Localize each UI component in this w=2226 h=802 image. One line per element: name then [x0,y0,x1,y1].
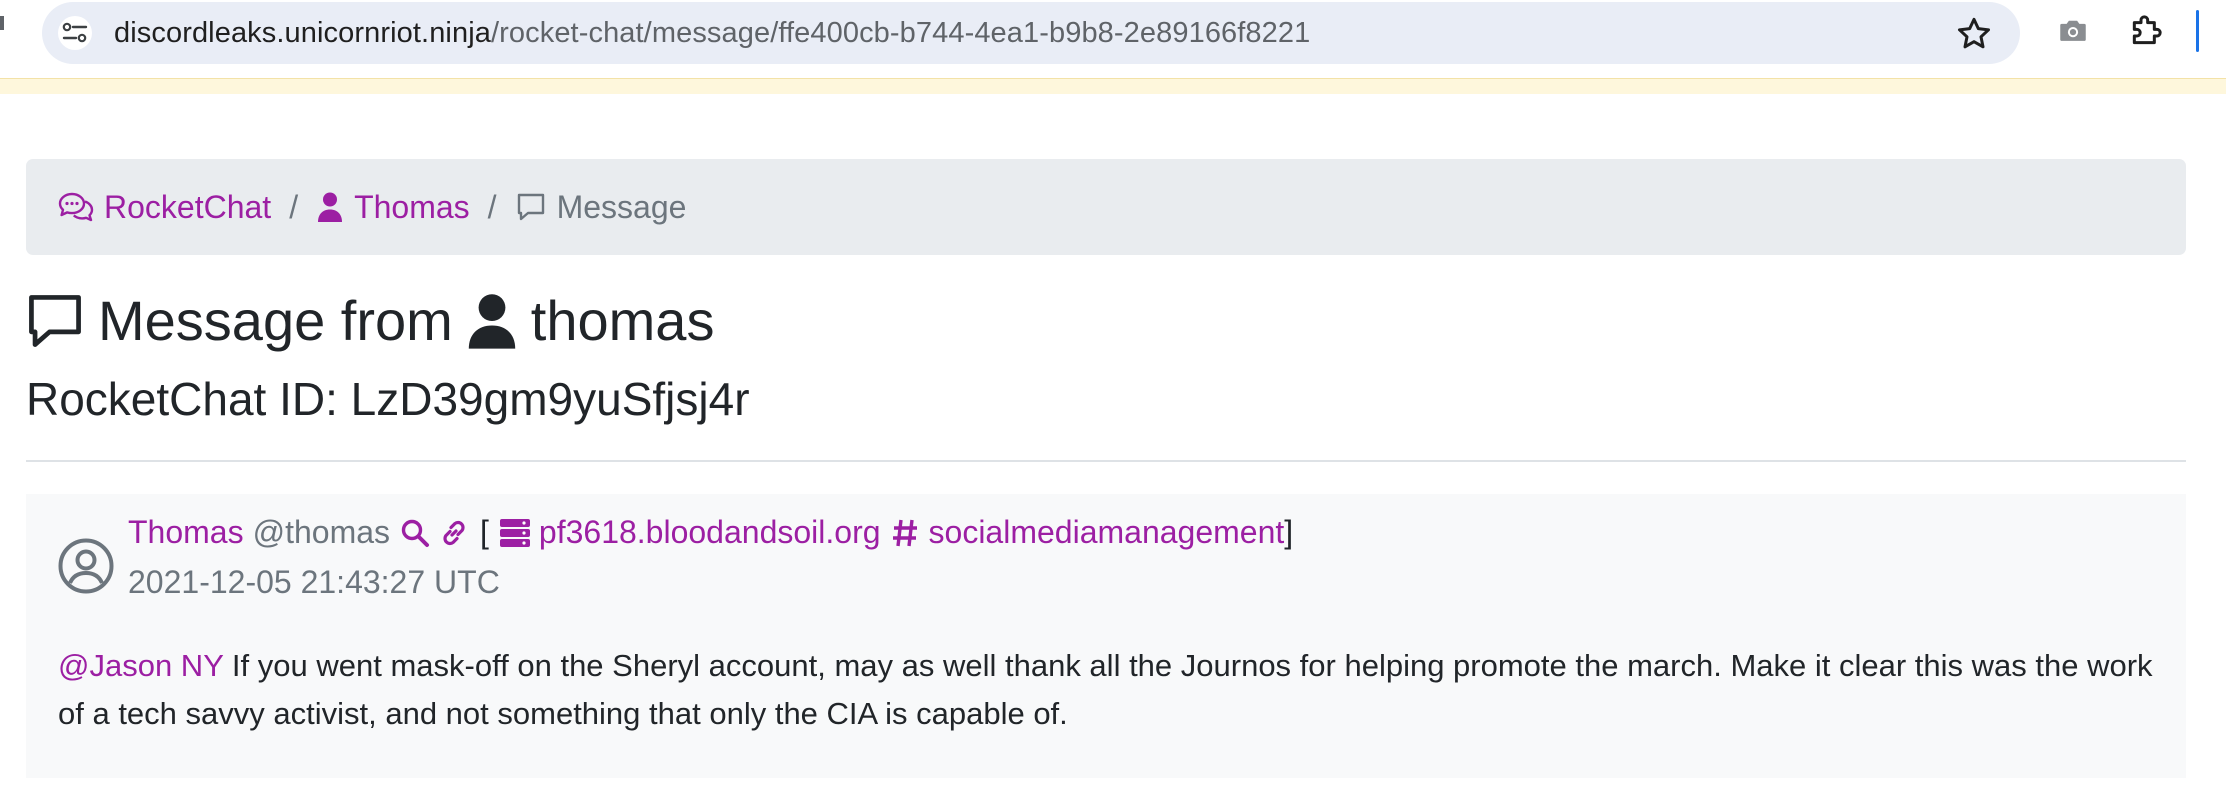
message-text: If you went mask-off on the Sheryl accou… [58,648,2153,731]
url-text[interactable]: discordleaks.unicornriot.ninja/rocket-ch… [114,17,1310,49]
info-bar [0,78,2226,94]
breadcrumb-user-label: Thomas [354,188,470,225]
rocketchat-id-subtitle: RocketChat ID: LzD39gm9yuSfjsj4r [26,373,750,425]
url-host: discordleaks.unicornriot.ninja [114,17,491,49]
page-title-username: thomas [530,289,715,352]
user-icon [318,192,343,222]
comment-icon [29,294,81,347]
browser-toolbar: discordleaks.unicornriot.ninja/rocket-ch… [0,0,2226,78]
url-path: /rocket-chat/message/ffe400cb-b744-4ea1-… [490,17,1311,49]
breadcrumb: RocketChat / Thomas / Message [26,159,2186,255]
breadcrumb-rocketchat-link[interactable]: RocketChat [58,189,271,226]
author-display-name[interactable]: Thomas [128,514,244,551]
breadcrumb-separator: / [487,188,497,225]
breadcrumb-current-label: Message [556,188,687,225]
address-bar[interactable]: discordleaks.unicornriot.ninja/rocket-ch… [42,2,2020,64]
site-info-icon[interactable] [58,16,92,50]
page-title: Message from thomas [26,288,714,353]
page-title-prefix: Message from [98,289,453,352]
author-handle: @thomas [252,514,391,550]
message-meta: Thomas @thomas [ pf3618.bloodandsoil.org… [128,514,1293,551]
link-icon[interactable] [438,517,470,549]
extensions-puzzle-icon[interactable] [2126,11,2166,51]
server-icon [499,518,530,547]
breadcrumb-current: Message [515,188,687,226]
comments-icon [58,192,94,222]
comment-icon [517,193,544,221]
channel-link[interactable]: socialmediamanagement [929,514,1285,551]
hashtag-icon [892,519,917,546]
breadcrumb-user-link[interactable]: Thomas [316,189,470,226]
tab-strip-edge [0,16,4,30]
breadcrumb-rocketchat-label: RocketChat [104,188,272,225]
camera-icon[interactable] [2056,14,2090,48]
server-link[interactable]: pf3618.bloodandsoil.org [539,514,881,551]
message-card: Thomas @thomas [ pf3618.bloodandsoil.org… [26,494,2186,778]
breadcrumb-separator: / [289,188,299,225]
bracket-close: ] [1284,514,1294,550]
user-circle-avatar-icon [58,538,114,594]
profile-edge-indicator [2196,10,2199,52]
user-icon [468,293,516,349]
message-body: @Jason NY If you went mask-off on the Sh… [58,642,2158,738]
divider [26,460,2186,462]
message-timestamp: 2021-12-05 21:43:27 UTC [128,564,500,600]
bookmark-star-icon[interactable] [1954,14,1994,54]
bracket-open: [ [480,514,489,550]
search-icon[interactable] [400,518,430,548]
mention-link[interactable]: @Jason NY [58,648,223,683]
